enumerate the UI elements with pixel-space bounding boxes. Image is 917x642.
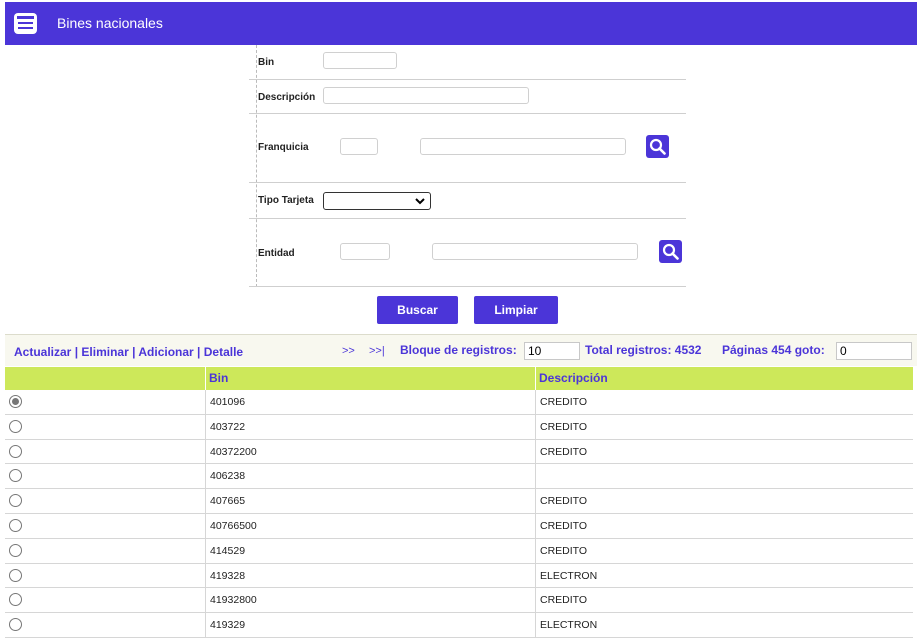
paginas-label: Páginas 454 goto: xyxy=(722,343,825,357)
descripcion-cell: CREDITO xyxy=(540,519,588,532)
form-row-franquicia: Franquicia xyxy=(249,114,686,183)
bin-label: Bin xyxy=(258,57,275,68)
descripcion-cell: ELECTRON xyxy=(540,619,598,632)
descripcion-cell: ELECTRON xyxy=(540,569,598,582)
eliminar-link[interactable]: Eliminar xyxy=(81,345,128,359)
bin-cell: 419328 xyxy=(210,569,246,582)
row-select-radio[interactable] xyxy=(9,518,22,532)
page-header: Bines nacionales xyxy=(5,2,917,45)
page-title: Bines nacionales xyxy=(57,15,163,31)
row-select-radio[interactable] xyxy=(9,543,22,557)
bin-input[interactable] xyxy=(323,52,397,69)
tipo-tarjeta-select[interactable] xyxy=(323,192,431,210)
list-card-icon xyxy=(14,13,37,34)
next-page-link[interactable]: >> xyxy=(342,345,355,357)
column-header-descripcion[interactable]: Descripción xyxy=(535,367,913,390)
bloque-input[interactable]: 10 xyxy=(524,342,580,360)
table-row[interactable]: 40372200 CREDITO xyxy=(5,439,913,465)
tipo-tarjeta-label: Tipo Tarjeta xyxy=(258,195,314,206)
table-row[interactable]: 41932800 CREDITO xyxy=(5,588,913,614)
separator: | xyxy=(132,345,136,359)
table-row[interactable]: 407665 CREDITO xyxy=(5,489,913,514)
separator: | xyxy=(197,345,201,359)
form-row-entidad: Entidad xyxy=(249,219,686,287)
table-row[interactable]: 40766500 CREDITO xyxy=(5,513,913,539)
descripcion-cell: CREDITO xyxy=(540,495,588,508)
form-row-descripcion: Descripción xyxy=(249,80,686,114)
column-header-bin[interactable]: Bin xyxy=(205,367,535,390)
franquicia-label: Franquicia xyxy=(258,142,309,153)
separator: | xyxy=(74,345,79,359)
search-icon xyxy=(649,138,666,155)
row-select-radio[interactable] xyxy=(9,419,22,433)
bin-cell: 403722 xyxy=(210,420,246,433)
bin-cell: 41932800 xyxy=(210,594,257,607)
table-row[interactable]: 401096 CREDITO xyxy=(5,390,913,415)
entidad-name-input[interactable] xyxy=(432,243,638,260)
bin-cell: 40766500 xyxy=(210,519,257,532)
franquicia-search-button[interactable] xyxy=(646,135,669,158)
bin-cell: 407665 xyxy=(210,495,246,508)
chevron-down-icon xyxy=(415,198,425,205)
detalle-link[interactable]: Detalle xyxy=(204,345,243,359)
bin-cell: 406238 xyxy=(210,470,246,483)
last-page-link[interactable]: >>| xyxy=(369,345,385,357)
column-header-select xyxy=(5,367,205,390)
row-select-radio[interactable] xyxy=(9,444,22,458)
entidad-label: Entidad xyxy=(258,248,295,259)
table-row[interactable]: 406238 xyxy=(5,464,913,490)
row-select-radio[interactable] xyxy=(9,469,22,483)
franquicia-name-input[interactable] xyxy=(420,138,626,155)
descripcion-cell xyxy=(535,464,540,488)
limpiar-button[interactable]: Limpiar xyxy=(474,296,558,324)
entidad-search-button[interactable] xyxy=(659,240,682,263)
table-header: Bin Descripción xyxy=(5,367,913,390)
results-table: Bin Descripción 401096 CREDITO 403722 CREDI… xyxy=(5,367,913,638)
row-select-radio[interactable] xyxy=(9,593,22,607)
buscar-button[interactable]: Buscar xyxy=(377,296,458,324)
table-row[interactable]: 414529 CREDITO xyxy=(5,538,913,564)
descripcion-cell: CREDITO xyxy=(540,396,588,408)
descripcion-input[interactable] xyxy=(323,87,529,104)
descripcion-cell: CREDITO xyxy=(540,544,588,557)
row-select-radio[interactable] xyxy=(9,568,22,582)
entidad-code-input[interactable] xyxy=(340,243,390,260)
row-select-radio[interactable] xyxy=(9,618,22,632)
bin-cell: 40372200 xyxy=(210,445,257,458)
table-row[interactable]: 419328 ELECTRON xyxy=(5,563,913,589)
bin-cell: 414529 xyxy=(210,544,246,557)
form-row-tipo-tarjeta: Tipo Tarjeta xyxy=(249,183,686,219)
goto-input[interactable]: 0 xyxy=(836,342,912,360)
adicionar-link[interactable]: Adicionar xyxy=(138,345,193,359)
bloque-label: Bloque de registros: xyxy=(400,343,517,357)
descripcion-cell: CREDITO xyxy=(540,594,588,607)
table-row[interactable]: 419329 ELECTRON xyxy=(5,613,913,638)
actualizar-link[interactable]: Actualizar xyxy=(14,345,71,359)
table-body: 401096 CREDITO 403722 CREDITO 40372200 CREDIT… xyxy=(5,390,913,638)
row-select-radio[interactable] xyxy=(9,395,22,408)
row-select-radio[interactable] xyxy=(9,494,22,508)
form-row-bin: Bin xyxy=(249,45,686,80)
descripcion-label: Descripción xyxy=(258,92,316,103)
filter-form: Bin Descripción Franquicia Tipo Tarjeta … xyxy=(249,45,686,287)
total-registros: Total registros: 4532 xyxy=(585,343,702,357)
table-row[interactable]: 403722 CREDITO xyxy=(5,414,913,440)
bin-cell: 419329 xyxy=(210,619,246,632)
descripcion-cell: CREDITO xyxy=(540,420,588,433)
toolbar-actions: Actualizar | Eliminar | Adicionar | Deta… xyxy=(14,345,243,359)
descripcion-cell: CREDITO xyxy=(540,445,588,458)
grid-toolbar: Actualizar | Eliminar | Adicionar | Deta… xyxy=(5,334,917,366)
bin-cell: 401096 xyxy=(210,396,246,408)
search-icon xyxy=(662,243,679,260)
franquicia-code-input[interactable] xyxy=(340,138,378,155)
